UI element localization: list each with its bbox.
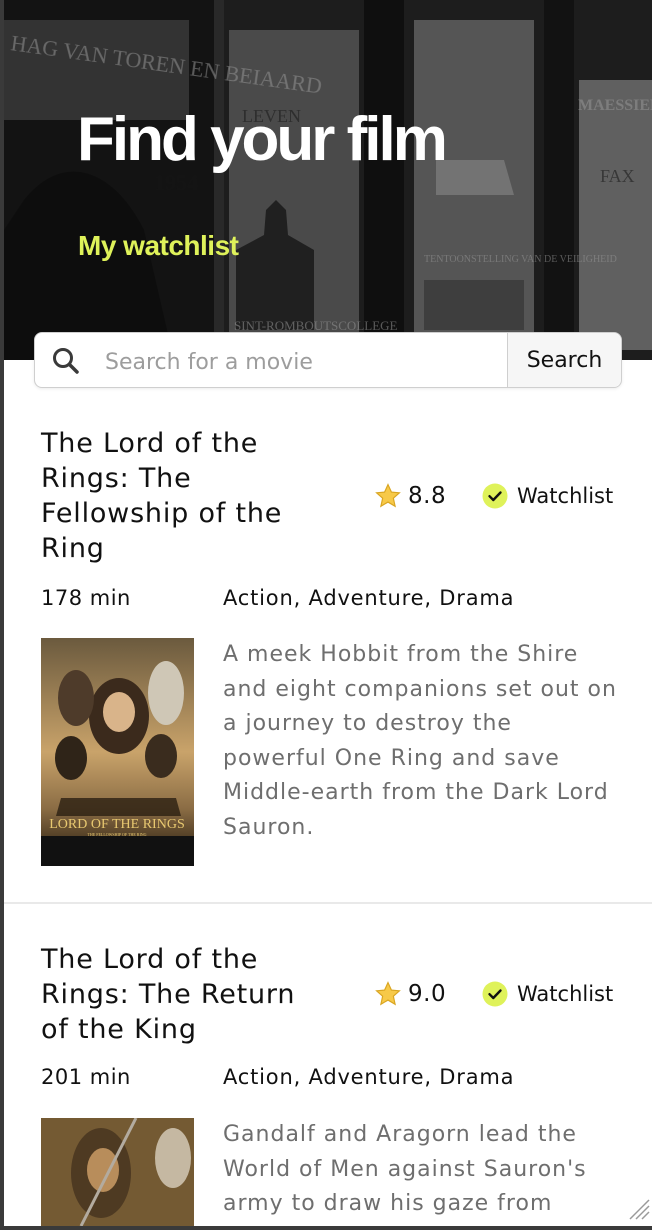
- search-bar: Search: [34, 332, 622, 388]
- hero-background-image: HAG VAN TOREN EN BEIAARD 1954 LEVEN TENT…: [4, 0, 652, 360]
- movie-genres: Action, Adventure, Drama: [223, 1065, 515, 1089]
- check-circle-icon: [482, 981, 508, 1007]
- app-frame: HAG VAN TOREN EN BEIAARD 1954 LEVEN TENT…: [4, 0, 652, 1226]
- movie-rating: 8.8: [374, 481, 446, 511]
- movie-poster: LORD OF THE RINGS THE FELLOWSHIP OF THE …: [41, 638, 194, 866]
- movie-rating: 9.0: [374, 979, 446, 1009]
- poster-logo-text: LORD OF THE RINGS: [49, 817, 184, 832]
- hero-banner: HAG VAN TOREN EN BEIAARD 1954 LEVEN TENT…: [4, 0, 652, 360]
- movie-title: The Lord of the Rings: The Return of the…: [41, 944, 296, 1045]
- movie-poster: [41, 1118, 194, 1226]
- star-icon: [375, 483, 401, 508]
- search-icon: [53, 348, 79, 374]
- watchlist-label: Watchlist: [517, 982, 614, 1006]
- check-circle-icon: [482, 483, 508, 509]
- page-title: Find your film: [77, 105, 448, 174]
- movie-runtime: 201 min: [41, 1065, 131, 1089]
- search-button[interactable]: Search: [507, 333, 621, 387]
- rating-value: 8.8: [408, 483, 447, 509]
- rating-value: 9.0: [408, 981, 447, 1007]
- my-watchlist-link[interactable]: My watchlist: [78, 226, 239, 266]
- watchlist-toggle[interactable]: Watchlist: [482, 481, 613, 511]
- movie-genres: Action, Adventure, Drama: [223, 586, 515, 610]
- poster-subtitle-text: THE FELLOWSHIP OF THE RING: [87, 832, 146, 837]
- search-input[interactable]: [103, 343, 507, 381]
- movie-plot: Gandalf and Aragorn lead the World of Me…: [223, 1122, 587, 1216]
- watchlist-toggle[interactable]: Watchlist: [482, 979, 613, 1009]
- movie-runtime: 178 min: [41, 586, 131, 610]
- movie-plot: A meek Hobbit from the Shire and eight c…: [223, 642, 617, 840]
- movie-title: The Lord of the Rings: The Fellowship of…: [41, 428, 283, 564]
- watchlist-label: Watchlist: [517, 484, 614, 508]
- star-icon: [375, 981, 401, 1006]
- movie-card: The Lord of the Rings: The Fellowship of…: [4, 400, 652, 904]
- resize-grip-icon[interactable]: [626, 1196, 650, 1220]
- movie-card: The Lord of the Rings: The Return of the…: [4, 906, 652, 1226]
